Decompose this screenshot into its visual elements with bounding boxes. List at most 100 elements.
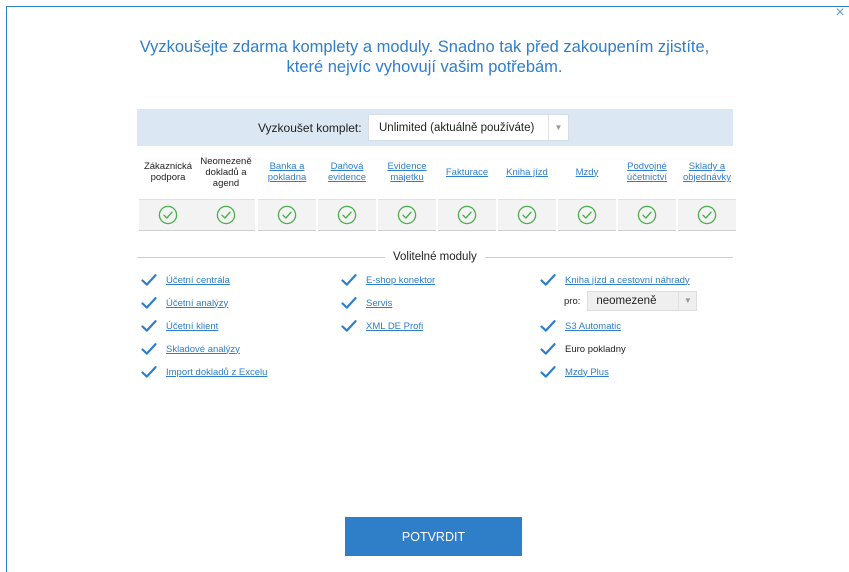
kit-feature-label-line: objednávky [682,172,732,183]
kit-select-dropdown[interactable]: Unlimited (aktuálně používáte) ▼ [368,114,569,141]
kit-feature-link[interactable]: Daňová evidence [328,161,366,183]
module-item[interactable]: Kniha jízd a cestovní náhrady [540,272,690,288]
kit-select-value: Unlimited (aktuálně používáte) [379,122,535,134]
kit-feature-label-line: Mzdy [575,166,599,178]
check-circle-icon [637,205,657,225]
kit-feature-label-line: Neomezeně [200,155,252,167]
module-checkbox[interactable] [141,341,157,357]
kit-feature-label-line: Fakturace [445,166,489,178]
page-title: Vyzkoušejte zdarma komplety a moduly. Sn… [0,37,849,77]
check-circle-icon [397,205,417,225]
module-item[interactable]: Import dokladů z Excelu [141,364,267,380]
module-checkbox[interactable] [540,364,556,380]
kit-feature-cell [197,199,255,231]
kit-feature-cell [258,199,316,231]
kit-feature-label-line: Zákaznická [143,161,193,172]
kit-feature-column: Kniha jízd [498,151,556,231]
chevron-down-icon[interactable]: ▼ [548,115,568,140]
checkmark-icon [141,274,157,286]
kit-feature-label: Mzdy [558,151,616,193]
check-circle-icon [337,205,357,225]
close-icon[interactable]: × [833,5,847,21]
module-item[interactable]: E-shop konektor [341,272,435,288]
module-checkbox[interactable] [540,341,556,357]
kit-feature-label: Evidence majetku [378,151,436,193]
check-circle-icon [517,205,537,225]
kit-feature-link[interactable]: Evidence majetku [387,161,426,183]
chevron-down-icon[interactable]: ▼ [678,292,696,310]
check-circle-icon [277,205,297,225]
module-checkbox[interactable] [540,272,556,288]
module-checkbox[interactable] [540,318,556,334]
module-checkbox[interactable] [141,272,157,288]
module-checkbox[interactable] [341,272,357,288]
module-checkbox[interactable] [341,295,357,311]
checkmark-icon [141,320,157,332]
kit-select-bar: Vyzkoušet komplet: Unlimited (aktuálně p… [137,109,733,146]
module-label[interactable]: Účetní klient [166,321,218,332]
kit-feature-label: Kniha jízd [498,151,556,193]
module-label[interactable]: Mzdy Plus [565,367,609,378]
module-checkbox[interactable] [141,318,157,334]
kit-feature-text: Neomezeně dokladů a agend [200,156,251,189]
module-item[interactable]: Účetní centrála [141,272,230,288]
module-item[interactable]: Euro pokladny [540,341,626,357]
kit-feature-label-line: Banka a [269,161,305,172]
pro-select-dropdown[interactable]: neomezeně ▼ [587,291,698,311]
kit-feature-label-line: dokladů a [205,166,247,178]
kit-feature-label-line: evidence [327,172,367,183]
module-label[interactable]: Účetní centrála [166,275,230,286]
kit-feature-link[interactable]: Fakturace [446,167,488,178]
module-checkbox[interactable] [141,295,157,311]
kit-feature-link[interactable]: Banka a pokladna [268,161,307,183]
checkmark-icon [540,343,556,355]
kit-feature-label-line: Sklady a [688,161,726,172]
kit-feature-label-line: Evidence [387,161,427,172]
kit-feature-label-line: Podvojné [627,161,667,172]
kit-feature-link[interactable]: Mzdy [576,167,599,178]
module-checkbox[interactable] [141,364,157,380]
kit-feature-label: Zákaznická podpora [139,151,197,193]
kit-feature-column: Sklady a objednávky [678,151,736,231]
pro-label: pro: [564,295,581,307]
module-checkbox[interactable] [341,318,357,334]
module-item[interactable]: Skladové analýzy [141,341,240,357]
kit-feature-label: Neomezeně dokladů a agend [197,151,255,193]
checkmark-icon [540,366,556,378]
module-item[interactable]: Účetní analýzy [141,295,228,311]
kit-feature-text: Zákaznická podpora [144,161,192,183]
kit-feature-label-line: agend [212,177,240,189]
module-item[interactable]: Servis [341,295,392,311]
module-label[interactable]: Import dokladů z Excelu [166,367,267,378]
module-label[interactable]: Účetní analýzy [166,298,228,309]
kit-feature-label-line: pokladna [267,172,307,183]
module-label[interactable]: Kniha jízd a cestovní náhrady [565,275,690,286]
trial-dialog: × [6,5,849,572]
confirm-button[interactable]: POTVRDIT [345,517,522,556]
kit-feature-link[interactable]: Sklady a objednávky [683,161,731,183]
checkmark-icon [540,274,556,286]
checkmark-icon [341,297,357,309]
module-label[interactable]: E-shop konektor [366,275,435,286]
checkmark-icon [341,274,357,286]
module-item[interactable]: XML DE Profi [341,318,423,334]
module-item[interactable]: S3 Automatic [540,318,621,334]
module-label[interactable]: Skladové analýzy [166,344,240,355]
headline-line-2: které nejvíc vyhovují vašim potřebám. [286,58,563,76]
kit-feature-cell [558,199,616,231]
module-label[interactable]: Servis [366,298,392,309]
module-label[interactable]: S3 Automatic [565,321,621,332]
kit-feature-link[interactable]: Podvojné účetnictví [627,161,667,183]
kit-feature-label: Podvojné účetnictví [618,151,676,193]
kit-feature-cell [318,199,376,231]
kit-feature-column: Podvojné účetnictví [618,151,676,231]
module-label[interactable]: XML DE Profi [366,321,423,332]
kit-feature-link[interactable]: Kniha jízd [506,167,548,178]
kit-select-label: Vyzkoušet komplet: [258,121,362,135]
check-circle-icon [457,205,477,225]
kit-feature-cell [438,199,496,231]
module-item[interactable]: Mzdy Plus [540,364,609,380]
kit-feature-column: Zákaznická podpora [139,151,197,231]
module-item[interactable]: Účetní klient [141,318,218,334]
checkmark-icon [141,297,157,309]
